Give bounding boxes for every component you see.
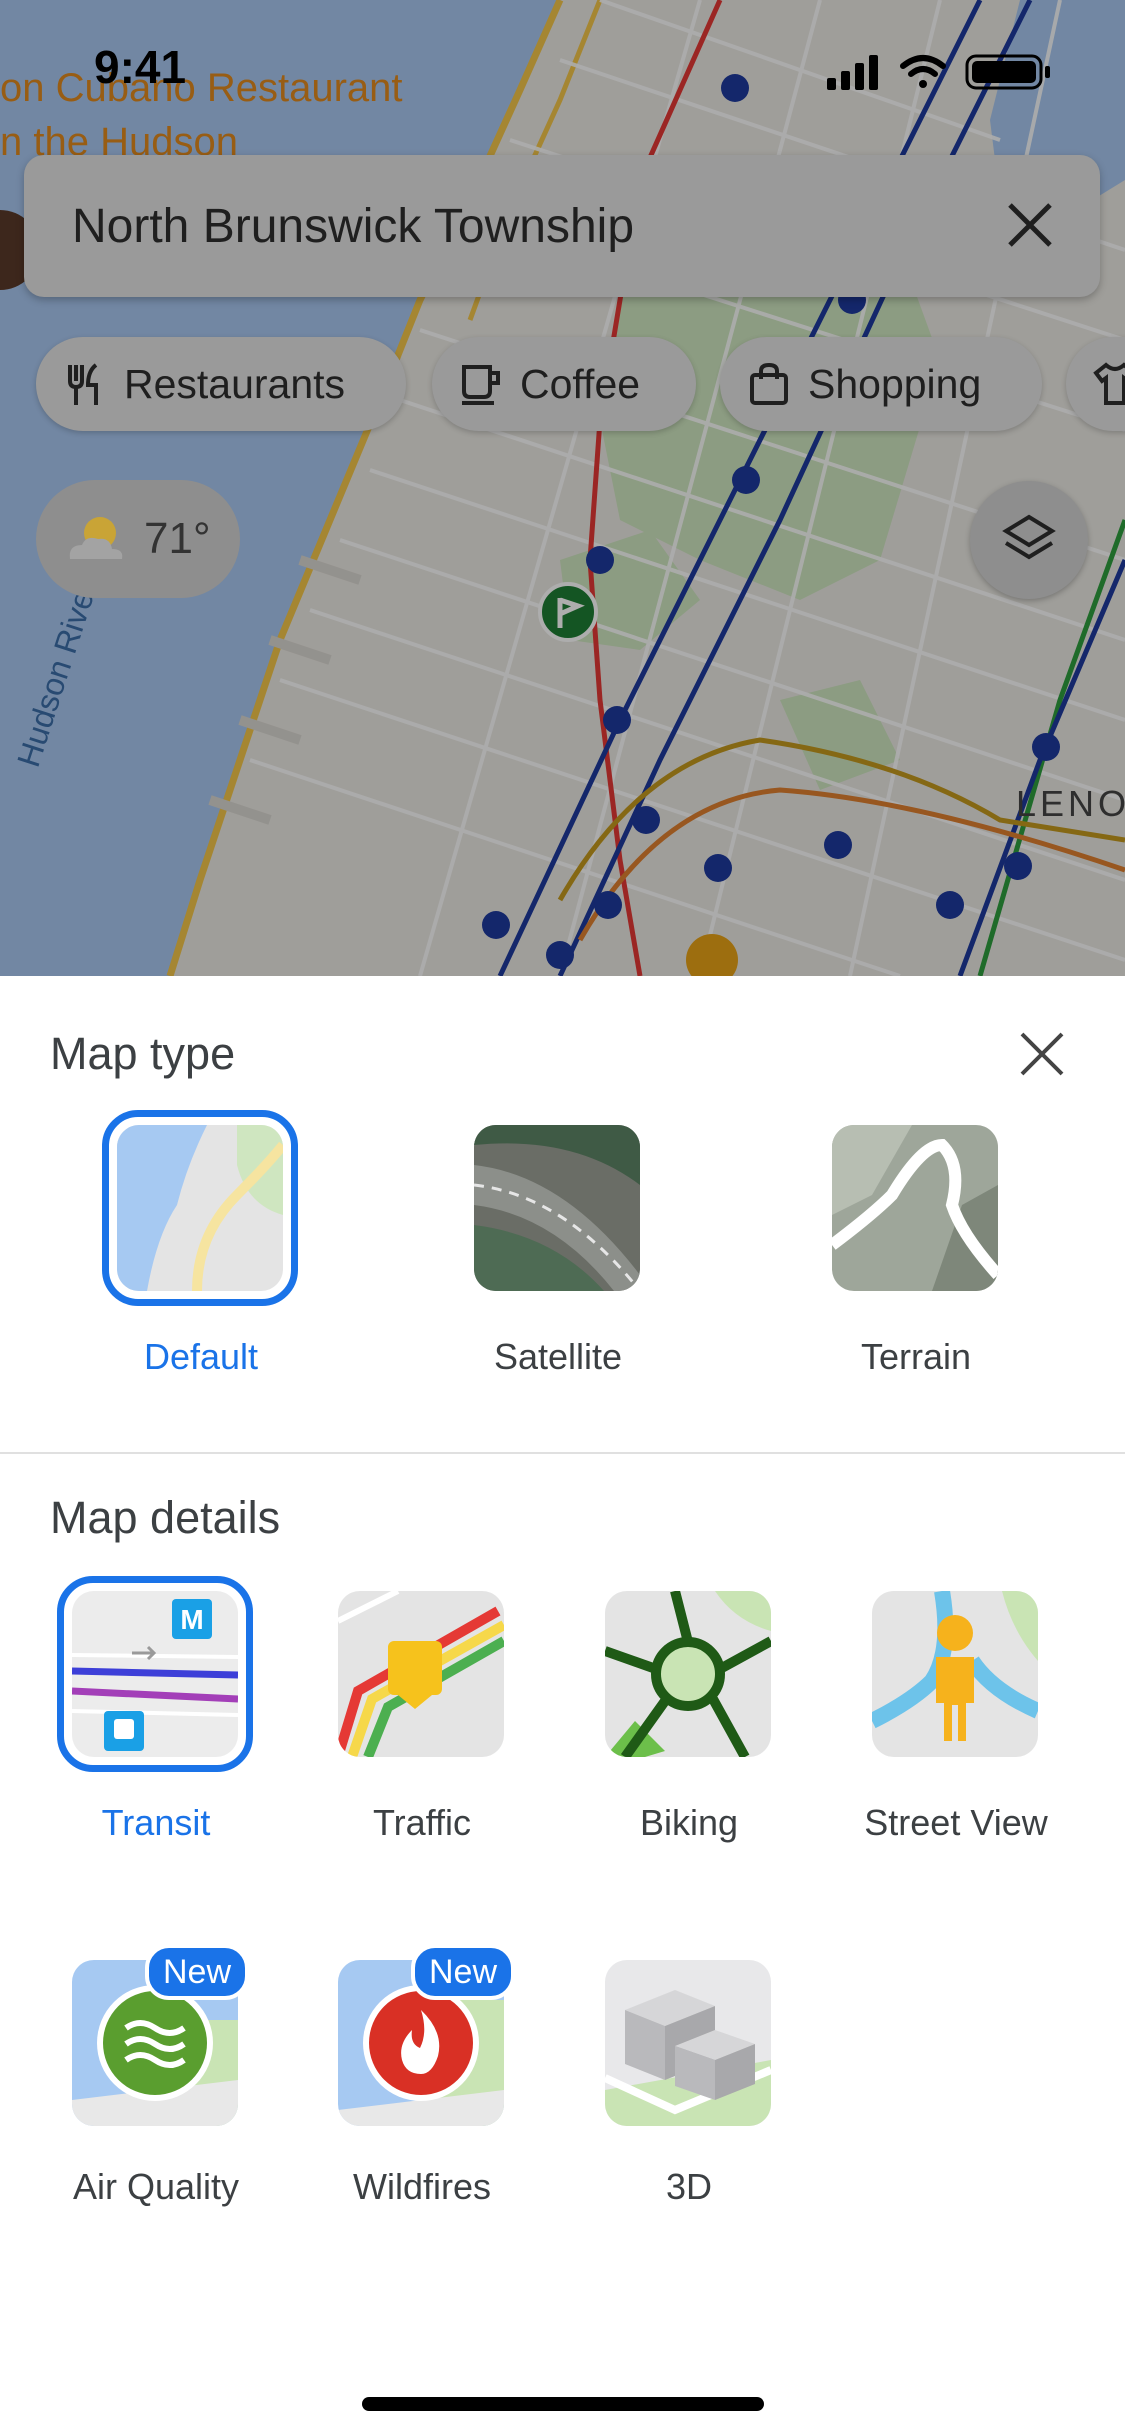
- layers-sheet: Map type Default Satellite Terrain Map d…: [0, 976, 1125, 2436]
- map-detail-label: Traffic: [372, 1802, 471, 1843]
- svg-text:M: M: [180, 1604, 203, 1635]
- search-bar[interactable]: North Brunswick Township: [24, 155, 1100, 297]
- map-type-label: Terrain: [860, 1336, 972, 1377]
- map-detail-transit[interactable]: M Transit: [41, 1576, 271, 1856]
- 3d-thumbnail: [605, 1960, 771, 2126]
- category-chips: Restaurants Coffee Shopping: [36, 337, 1125, 431]
- map-detail-label: Wildfires: [352, 2166, 491, 2207]
- fork-knife-icon: [68, 363, 98, 405]
- transit-thumbnail: M: [72, 1591, 238, 1757]
- battery-icon: [965, 54, 1050, 90]
- layers-icon: [1002, 514, 1056, 560]
- layers-button[interactable]: [970, 481, 1088, 599]
- chip-label: Coffee: [520, 360, 641, 407]
- map-type-title: Map type: [50, 1028, 236, 1079]
- weather-chip[interactable]: 71°: [36, 480, 240, 598]
- cellular-signal-icon: [827, 55, 878, 90]
- map-detail-label: Transit: [101, 1802, 211, 1843]
- wifi-icon: [900, 55, 946, 88]
- shopping-bag-icon: [750, 362, 788, 405]
- close-icon[interactable]: [1016, 1028, 1068, 1080]
- terrain-map-thumbnail: [832, 1125, 998, 1291]
- map-detail-label: Biking: [639, 1802, 739, 1843]
- chip-more[interactable]: [1066, 337, 1125, 431]
- chip-restaurants[interactable]: Restaurants: [36, 337, 406, 431]
- status-icons: [827, 54, 1050, 90]
- map-detail-label: 3D: [665, 2166, 713, 2207]
- coffee-cup-icon: [462, 365, 500, 405]
- search-input[interactable]: North Brunswick Township: [72, 199, 634, 254]
- map-details-title: Map details: [50, 1492, 281, 1543]
- satellite-map-thumbnail: [474, 1125, 640, 1291]
- home-indicator[interactable]: [362, 2397, 764, 2411]
- map-detail-wildfires[interactable]: New Wildfires: [307, 1944, 537, 2216]
- map-detail-traffic[interactable]: Traffic: [307, 1591, 537, 1856]
- map-type-satellite[interactable]: Satellite: [443, 1125, 673, 1390]
- area-label: LENO: [1016, 783, 1125, 824]
- chip-label: Shopping: [808, 360, 982, 407]
- new-badge: New: [145, 1944, 250, 2000]
- map-view[interactable]: on Cubano Restaurant n the Hudson Hudson…: [0, 0, 1125, 976]
- default-map-thumbnail: [117, 1125, 283, 1291]
- map-type-label: Satellite: [493, 1336, 623, 1377]
- status-bar: 9:41: [0, 0, 1125, 140]
- map-type-default[interactable]: Default: [86, 1110, 316, 1390]
- biking-thumbnail: [605, 1591, 771, 1757]
- street-view-thumbnail: [872, 1591, 1038, 1757]
- chip-shopping[interactable]: Shopping: [720, 337, 1042, 431]
- shirt-icon: [1093, 362, 1125, 405]
- status-time: 9:41: [94, 41, 187, 93]
- map-detail-label: Street View: [864, 1802, 1048, 1843]
- section-divider: [0, 1452, 1125, 1454]
- chip-label: Restaurants: [124, 360, 346, 407]
- new-badge: New: [411, 1944, 516, 2000]
- clear-search-icon[interactable]: [1002, 197, 1058, 253]
- traffic-thumbnail: [338, 1591, 504, 1757]
- map-type-terrain[interactable]: Terrain: [801, 1125, 1031, 1390]
- map-detail-3d[interactable]: 3D: [574, 1960, 804, 2216]
- map-detail-label: Air Quality: [72, 2166, 240, 2207]
- map-detail-street-view[interactable]: Street View: [841, 1591, 1071, 1856]
- map-detail-air-quality[interactable]: New Air Quality: [41, 1944, 271, 2216]
- map-detail-biking[interactable]: Biking: [574, 1591, 804, 1856]
- chip-coffee[interactable]: Coffee: [432, 337, 696, 431]
- map-type-label: Default: [143, 1336, 259, 1377]
- weather-temperature: 71°: [144, 514, 211, 563]
- partly-cloudy-icon: [69, 517, 123, 559]
